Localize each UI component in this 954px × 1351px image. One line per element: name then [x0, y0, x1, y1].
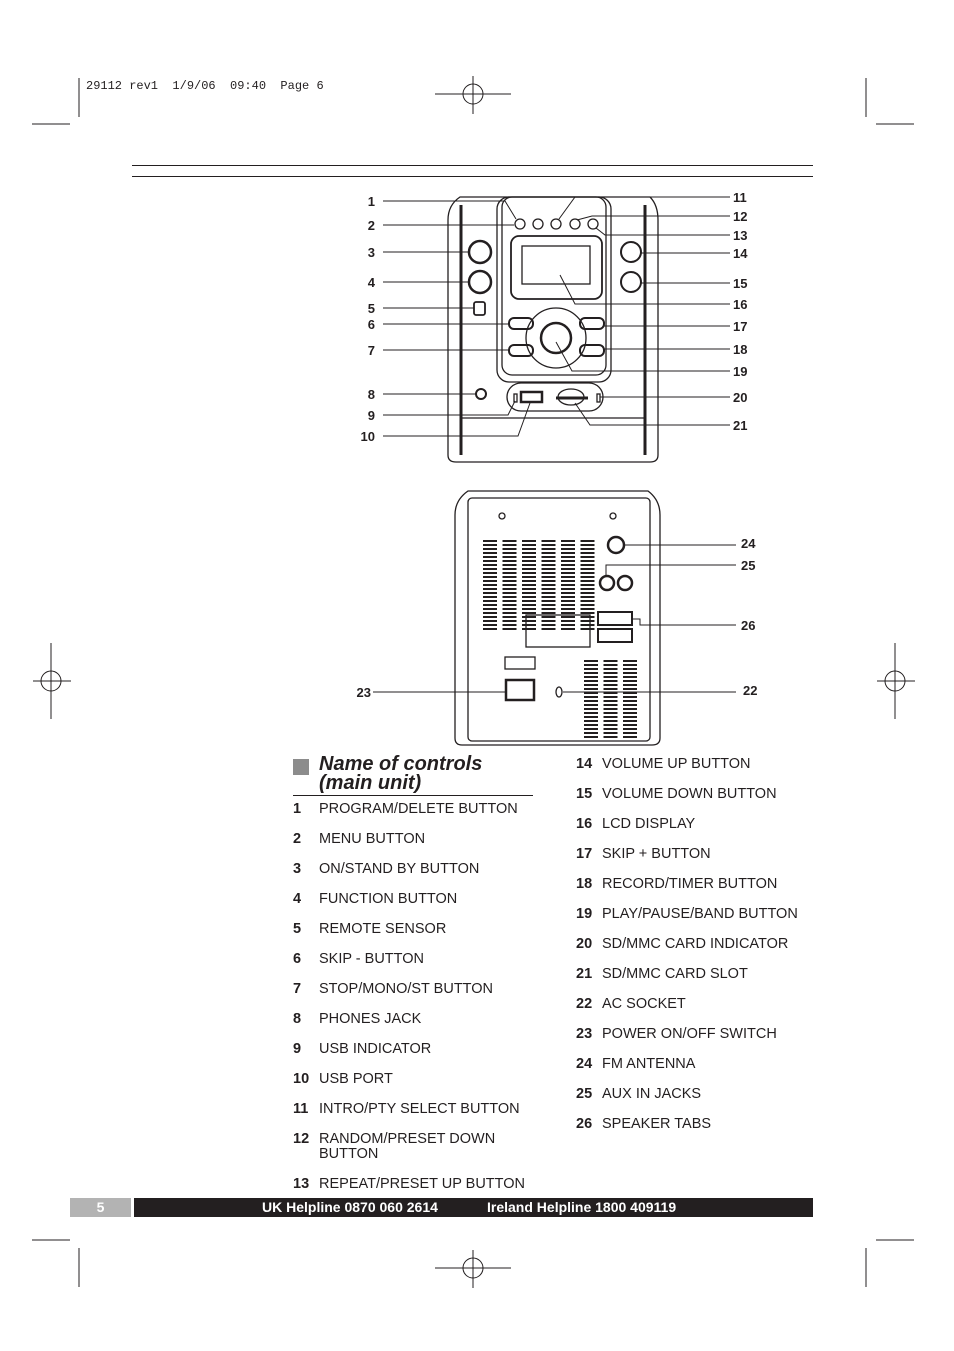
control-number: 8 [293, 1011, 302, 1027]
callout-number: 17 [733, 319, 747, 334]
helpline-bar: UK Helpline 0870 060 2614 Ireland Helpli… [134, 1198, 813, 1217]
callout-number: 12 [733, 209, 747, 224]
control-label: RANDOM/PRESET DOWN BUTTON [319, 1131, 496, 1162]
control-number: 14 [576, 756, 593, 772]
callout-number: 19 [733, 364, 747, 379]
control-label: USB INDICATOR [319, 1041, 432, 1057]
control-number: 15 [576, 786, 593, 802]
control-number: 26 [576, 1116, 593, 1132]
callout-number: 20 [733, 390, 747, 405]
control-label: SPEAKER TABS [602, 1116, 712, 1132]
callout-number: 9 [368, 408, 375, 423]
callout-number: 15 [733, 276, 747, 291]
control-label: SKIP - BUTTON [319, 951, 425, 967]
callout-number: 8 [368, 387, 375, 402]
callout-number: 7 [368, 343, 375, 358]
control-number: 24 [576, 1056, 593, 1072]
control-label: PHONES JACK [319, 1011, 422, 1027]
control-number: 23 [576, 1026, 593, 1042]
control-number: 4 [293, 891, 302, 907]
control-label: ON/STAND BY BUTTON [319, 861, 480, 877]
control-label: SD/MMC CARD SLOT [602, 966, 748, 982]
callout-number: 6 [368, 317, 375, 332]
control-number: 16 [576, 816, 593, 832]
callout-number: 25 [741, 558, 755, 573]
control-label: POWER ON/OFF SWITCH [602, 1026, 777, 1042]
control-label: AUX IN JACKS [602, 1086, 702, 1102]
footer: 5 UK Helpline 0870 060 2614 Ireland Help… [70, 1198, 813, 1217]
control-number: 21 [576, 966, 593, 982]
control-label: SD/MMC CARD INDICATOR [602, 936, 789, 952]
control-number: 20 [576, 936, 593, 952]
control-number: 1 [293, 801, 302, 817]
callout-number: 24 [741, 536, 756, 551]
control-label: AC SOCKET [602, 996, 686, 1012]
control-number: 11 [293, 1101, 309, 1117]
back-unit-drawing [454, 490, 661, 746]
callout-number: 1 [368, 194, 375, 209]
control-number: 18 [576, 876, 593, 892]
callout-number: 14 [733, 246, 748, 261]
control-label: LCD DISPLAY [602, 816, 696, 832]
leader-line [574, 402, 730, 426]
callout-number: 26 [741, 618, 755, 633]
callout-number: 13 [733, 228, 747, 243]
uk-helpline: UK Helpline 0870 060 2614 [262, 1199, 438, 1215]
control-label: STOP/MONO/ST BUTTON [319, 981, 494, 997]
control-number: 6 [293, 951, 302, 967]
control-number: 3 [293, 861, 302, 877]
callout-number: 2 [368, 218, 375, 233]
ireland-helpline: Ireland Helpline 1800 409119 [487, 1199, 677, 1215]
callout-number: 3 [368, 245, 375, 260]
control-label: USB PORT [319, 1071, 393, 1087]
control-label: SKIP + BUTTON [602, 846, 711, 862]
callout-number: 16 [733, 297, 747, 312]
callout-number: 18 [733, 342, 747, 357]
heading-marker [293, 759, 309, 775]
callout-number: 22 [743, 683, 757, 698]
manual-page: 29112 rev1 1/9/06 09:40 Page 6 1 2 3 4 5… [0, 0, 954, 1351]
control-label: RECORD/TIMER BUTTON [602, 876, 778, 892]
control-number: 17 [576, 846, 593, 862]
leader-line [576, 215, 730, 221]
control-label: REPEAT/PRESET UP BUTTON [319, 1176, 526, 1192]
callout-number: 23 [357, 685, 371, 700]
control-label: FM ANTENNA [602, 1056, 696, 1072]
control-number: 2 [293, 831, 302, 847]
control-number: 9 [293, 1041, 302, 1057]
page-number: 5 [70, 1198, 131, 1217]
control-number: 5 [293, 921, 302, 937]
callout-number: 21 [733, 418, 747, 433]
front-unit-drawing [447, 196, 659, 463]
control-label: INTRO/PTY SELECT BUTTON [319, 1101, 520, 1117]
control-number: 25 [576, 1086, 593, 1102]
control-number: 10 [293, 1071, 310, 1087]
callout-number: 5 [368, 301, 375, 316]
control-label: VOLUME UP BUTTON [602, 756, 751, 772]
control-number: 13 [293, 1176, 310, 1192]
control-number: 22 [576, 996, 593, 1012]
leader-line [383, 402, 531, 437]
callout-number: 11 [733, 190, 747, 205]
control-number: 12 [293, 1131, 310, 1147]
control-number: 19 [576, 906, 593, 922]
leader-line [595, 227, 730, 236]
control-label: PROGRAM/DELETE BUTTON [319, 801, 518, 817]
control-label: VOLUME DOWN BUTTON [602, 786, 777, 802]
leader-line [383, 400, 516, 416]
leader-line [632, 618, 736, 626]
control-label: REMOTE SENSOR [319, 921, 447, 937]
control-label: PLAY/PAUSE/BAND BUTTON [602, 906, 798, 922]
control-label: FUNCTION BUTTON [319, 891, 458, 907]
leader-line [605, 564, 736, 576]
control-label: MENU BUTTON [319, 831, 426, 847]
section-heading: Name of controls (main unit) [293, 754, 533, 796]
heading-line-2: (main unit) [319, 772, 422, 794]
callout-number: 4 [368, 275, 376, 290]
callout-number: 10 [361, 429, 375, 444]
control-number: 7 [293, 981, 302, 997]
